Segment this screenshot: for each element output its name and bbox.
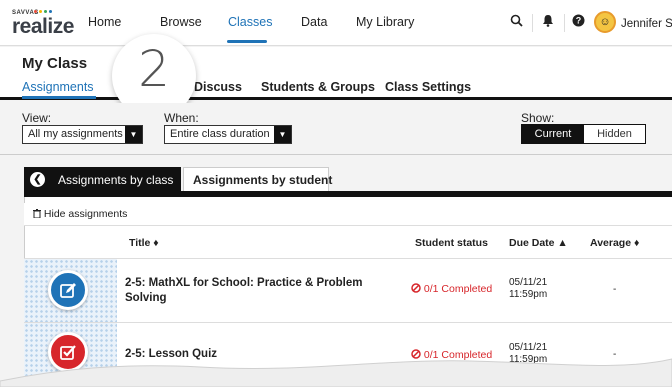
tab-assignments[interactable]: Assignments — [22, 80, 94, 94]
nav-browse[interactable]: Browse — [160, 15, 202, 29]
view-select[interactable]: All my assignments ▼ — [22, 125, 143, 144]
realize-logo[interactable]: SAVVAS realize — [12, 10, 74, 38]
show-label: Show: — [521, 111, 555, 125]
when-label: When: — [164, 111, 199, 125]
nav-divider — [532, 14, 533, 32]
view-select-value: All my assignments — [28, 128, 123, 140]
class-header: My Class Assignments Discuss Students & … — [0, 47, 672, 100]
realize-wordmark: realize — [12, 15, 74, 38]
back-arrow-icon[interactable]: ❮ — [30, 172, 45, 187]
when-select-value: Entire class duration — [170, 128, 270, 140]
svg-text:?: ? — [575, 16, 581, 26]
nav-data[interactable]: Data — [301, 15, 327, 29]
chevron-down-icon: ▼ — [125, 126, 142, 143]
status-text: 0/1 Completed — [423, 283, 493, 295]
assignment-thumbnail — [24, 259, 117, 322]
tab-assignments-by-student[interactable]: Assignments by student — [183, 167, 332, 192]
torn-edge-decoration — [0, 358, 672, 387]
chevron-down-icon: ▼ — [274, 126, 291, 143]
view-label: View: — [22, 111, 52, 125]
nav-my-library[interactable]: My Library — [356, 15, 414, 29]
column-title[interactable]: Title ♦ — [129, 237, 159, 249]
hide-assignments-label: Hide assignments — [43, 208, 128, 220]
bell-icon[interactable] — [540, 14, 556, 30]
show-toggle: Current Hidden — [521, 124, 646, 144]
tab-discuss[interactable]: Discuss — [194, 80, 242, 94]
when-select[interactable]: Entire class duration ▼ — [164, 125, 292, 144]
column-due-date[interactable]: Due Date ▲ — [509, 237, 568, 249]
active-tab-underline — [22, 96, 96, 99]
nav-active-underline — [227, 40, 267, 43]
blocked-icon — [411, 283, 421, 293]
nav-classes[interactable]: Classes — [228, 15, 272, 29]
show-hidden-button[interactable]: Hidden — [584, 125, 645, 143]
nav-divider — [564, 14, 565, 32]
column-student-status: Student status — [415, 237, 488, 249]
logo-dots-icon — [34, 10, 52, 13]
tab-class-settings[interactable]: Class Settings — [385, 80, 471, 94]
user-menu[interactable]: Jennifer S. ▾ — [621, 16, 672, 30]
nav-home[interactable]: Home — [88, 15, 121, 29]
assignment-title-link[interactable]: 2-5: MathXL for School: Practice & Probl… — [125, 276, 395, 306]
table-row[interactable]: 2-5: MathXL for School: Practice & Probl… — [24, 258, 672, 322]
hide-assignments-button[interactable]: Hide assignments — [33, 208, 127, 220]
show-current-button[interactable]: Current — [522, 125, 584, 143]
subtab-label: Assignments by class — [58, 173, 174, 187]
column-average[interactable]: Average ♦ — [590, 237, 639, 249]
average-value: - — [613, 284, 617, 295]
hide-assignments-bar: Hide assignments — [24, 203, 672, 226]
top-nav: SAVVAS realize Home Browse Classes Data … — [0, 0, 672, 46]
tab-assignments-by-class[interactable]: ❮ Assignments by class — [24, 167, 181, 193]
due-date: 05/11/21 11:59pm — [509, 277, 548, 300]
status-badge: 0/1 Completed — [411, 283, 492, 295]
trash-icon — [33, 209, 41, 219]
search-icon[interactable] — [508, 14, 524, 30]
help-icon[interactable]: ? — [570, 14, 586, 30]
page-title: My Class — [22, 55, 88, 72]
avatar[interactable]: ☺ — [594, 11, 616, 33]
edit-icon — [48, 270, 88, 310]
tab-students-groups[interactable]: Students & Groups — [261, 80, 375, 94]
